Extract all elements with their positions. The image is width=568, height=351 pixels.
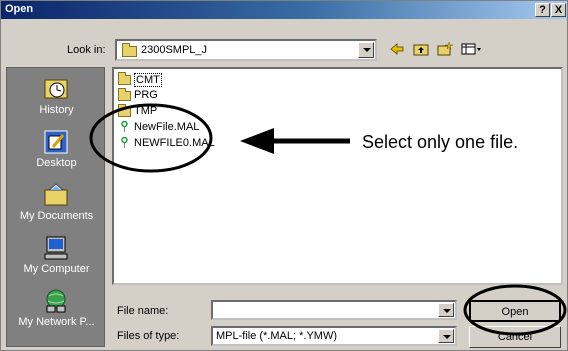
cancel-button[interactable]: Cancel xyxy=(469,326,561,348)
places-bar: History Desktop My Documents My Computer… xyxy=(6,67,105,347)
file-name: NewFile.MAL xyxy=(134,121,200,133)
place-label: My Documents xyxy=(19,210,94,222)
file-name: PRG xyxy=(134,89,158,101)
file-name-label: File name: xyxy=(117,305,169,317)
file-type-select[interactable]: MPL-file (*.MAL; *.YMW) xyxy=(211,326,457,346)
window-title: Open xyxy=(5,3,34,15)
chevron-down-icon[interactable] xyxy=(438,329,454,343)
history-icon xyxy=(43,76,69,102)
place-label: My Network P... xyxy=(18,316,95,328)
place-my-documents[interactable]: My Documents xyxy=(7,180,106,232)
my-network-icon xyxy=(43,288,69,314)
place-my-network[interactable]: My Network P... xyxy=(7,286,106,338)
file-type-value: MPL-file (*.MAL; *.YMW) xyxy=(216,330,338,342)
back-arrow-icon[interactable] xyxy=(389,41,405,57)
file-name: CMT xyxy=(134,73,162,87)
folder-icon xyxy=(118,104,131,117)
look-in-combo[interactable]: 2300SMPL_J xyxy=(115,39,377,61)
place-desktop[interactable]: Desktop xyxy=(7,127,106,179)
folder-icon xyxy=(118,88,131,101)
mpl-file-icon xyxy=(120,120,129,133)
place-history[interactable]: History xyxy=(7,74,106,126)
open-dialog: Open ? X Look in: 2300SMPL_J History Des… xyxy=(0,0,568,351)
place-label: History xyxy=(39,104,74,116)
close-button[interactable]: X xyxy=(551,3,566,17)
new-folder-icon[interactable] xyxy=(437,41,454,57)
file-name: NEWFILE0.MAL xyxy=(134,137,215,149)
annotation-text: Select only one file. xyxy=(362,132,519,153)
mpl-file-icon xyxy=(120,136,129,149)
help-button[interactable]: ? xyxy=(535,3,550,17)
view-menu-icon[interactable] xyxy=(461,41,483,57)
place-my-computer[interactable]: My Computer xyxy=(7,233,106,285)
title-bar[interactable]: Open ? X xyxy=(1,1,567,19)
my-documents-icon xyxy=(43,182,69,208)
open-button[interactable]: Open xyxy=(469,300,561,322)
place-label: Desktop xyxy=(36,157,77,169)
my-computer-icon xyxy=(43,235,69,261)
chevron-down-icon[interactable] xyxy=(358,42,374,58)
chevron-down-icon[interactable] xyxy=(438,303,454,317)
up-folder-icon[interactable] xyxy=(413,41,429,57)
place-label: My Computer xyxy=(23,263,90,275)
folder-icon xyxy=(122,43,137,57)
folder-icon xyxy=(118,72,131,85)
desktop-icon xyxy=(43,129,69,155)
file-list[interactable]: CMT PRG TMP NewFile.MAL NEWFILE0.MAL xyxy=(112,67,563,285)
file-type-label: Files of type: xyxy=(117,330,180,342)
file-name: TMP xyxy=(134,105,158,117)
file-name-input[interactable] xyxy=(211,300,457,320)
look-in-value: 2300SMPL_J xyxy=(141,44,208,56)
look-in-label: Look in: xyxy=(67,44,106,56)
